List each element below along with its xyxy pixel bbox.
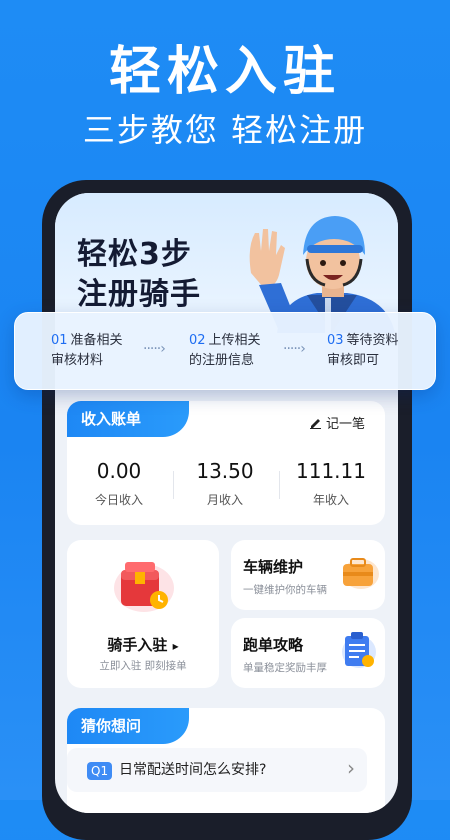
play-icon: ▸ — [172, 639, 179, 653]
promo-line-2: 注册骑手 — [77, 277, 201, 312]
package-icon — [114, 562, 174, 612]
hero-subtitle: 三步教您 轻松注册 — [82, 111, 368, 149]
clipboard-icon — [342, 632, 376, 668]
app-screen: 轻松3步 注册骑手 收入账单 记一笔 0.00 今日收入 13.50 月收入 1… — [55, 193, 398, 813]
step-3: 03 等待资料 审核即可 — [327, 331, 399, 371]
stat-today: 0.00 今日收入 — [67, 459, 171, 508]
step-2-num: 02 — [189, 333, 206, 348]
income-card: 收入账单 记一笔 0.00 今日收入 13.50 月收入 111.11 年收入 — [67, 401, 385, 525]
step-3-line1: 等待资料 — [346, 333, 399, 348]
step-3-num: 03 — [327, 333, 344, 348]
chevron-right-icon: › — [347, 756, 355, 780]
steps-bar: 01 准备相关 审核材料 ·····› 02 上传相关 的注册信息 ·····› 0… — [14, 312, 436, 390]
step-arrow-icon: ·····› — [143, 341, 166, 357]
step-2-line1: 上传相关 — [208, 333, 261, 348]
faq-item[interactable]: Q1 日常配送时间怎么安排? › — [67, 748, 367, 792]
stat-today-value: 0.00 — [96, 459, 142, 483]
stat-month: 13.50 月收入 — [173, 459, 277, 508]
vehicle-subtitle: 一键维护你的车辆 — [243, 584, 327, 596]
step-arrow-icon: ·····› — [283, 341, 306, 357]
faq-question: 日常配送时间怎么安排? — [119, 762, 267, 778]
faq-tab: 猜你想问 — [67, 708, 189, 744]
join-title-text: 骑手入驻 — [107, 636, 168, 654]
step-1: 01 准备相关 审核材料 — [51, 331, 123, 371]
vehicle-title: 车辆维护 — [243, 558, 304, 576]
step-1-num: 01 — [51, 333, 68, 348]
step-1-line2: 审核材料 — [51, 353, 104, 368]
stat-year-value: 111.11 — [296, 459, 366, 483]
income-tab: 收入账单 — [67, 401, 189, 437]
stat-today-label: 今日收入 — [94, 493, 143, 507]
hero-title: 轻松入驻 — [108, 42, 341, 102]
stat-month-label: 月收入 — [206, 493, 243, 507]
promo-line-1: 轻松3步 — [77, 237, 192, 272]
join-card[interactable]: 骑手入驻 ▸ 立即入驻 即刻接单 — [67, 540, 219, 688]
step-3-line2: 审核即可 — [327, 353, 380, 368]
strategy-card[interactable]: 跑单攻略 单量稳定奖励丰厚 — [231, 618, 385, 688]
step-1-line1: 准备相关 — [70, 333, 123, 348]
pencil-icon — [309, 419, 321, 429]
record-label: 记一笔 — [325, 417, 365, 432]
strategy-subtitle: 单量稳定奖励丰厚 — [243, 662, 327, 674]
step-2: 02 上传相关 的注册信息 — [189, 331, 261, 371]
join-title: 骑手入驻 ▸ — [67, 634, 219, 655]
vehicle-card[interactable]: 车辆维护 一键维护你的车辆 — [231, 540, 385, 610]
join-subtitle: 立即入驻 即刻接单 — [99, 660, 187, 672]
record-button[interactable]: 记一笔 — [309, 413, 365, 432]
strategy-title: 跑单攻略 — [243, 636, 304, 654]
stat-month-value: 13.50 — [196, 459, 254, 483]
toolbox-icon — [343, 558, 379, 589]
stat-year: 111.11 年收入 — [279, 459, 383, 508]
faq-badge: Q1 — [87, 762, 113, 780]
step-2-line2: 的注册信息 — [189, 353, 255, 368]
stat-year-label: 年收入 — [312, 493, 349, 507]
